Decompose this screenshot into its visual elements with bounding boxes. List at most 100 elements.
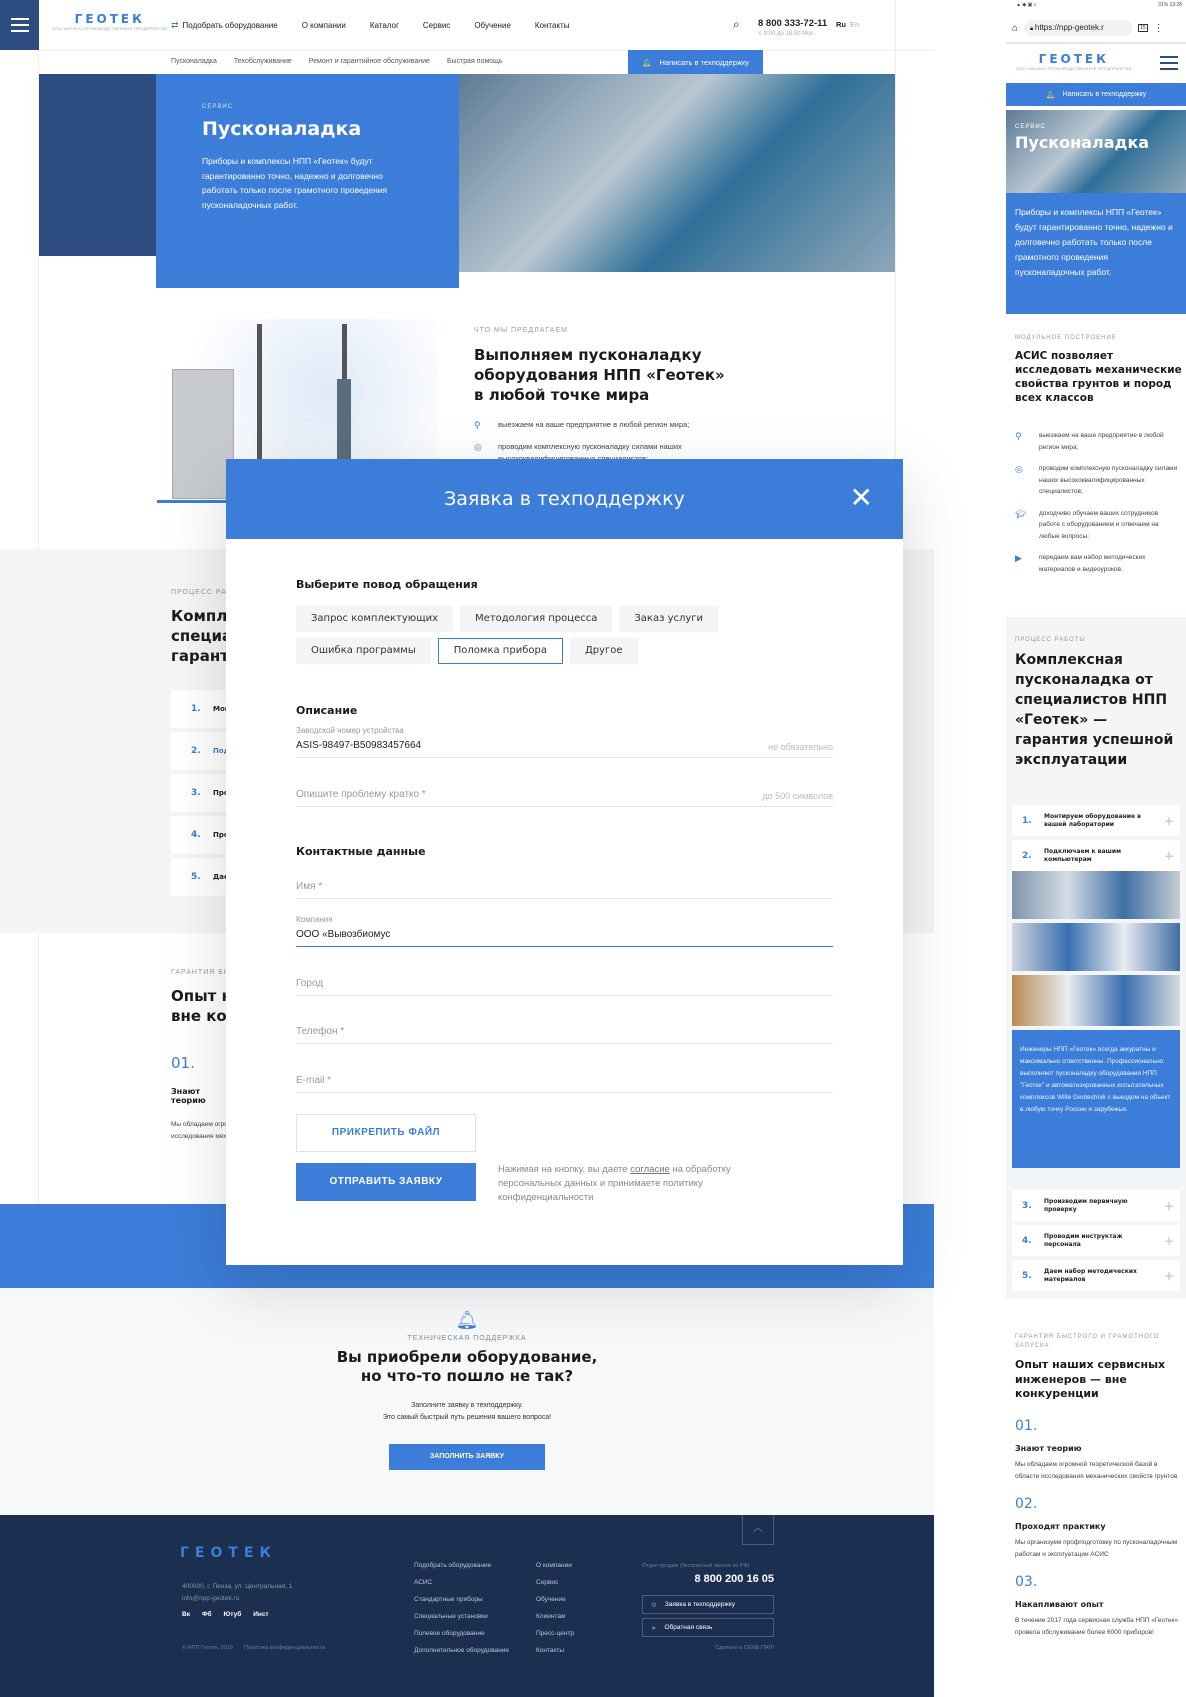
subnav-commissioning[interactable]: Пусконаладка <box>171 58 217 65</box>
offer-item-text: выезжаем на ваше предприятие в любой рег… <box>498 420 690 429</box>
mobile-logo[interactable]: ГЕОТЕК ООО НАУЧНО-ПРОИЗВОДСТВЕННОЕ ПРЕДПР… <box>1016 52 1132 71</box>
modular-item-text: проводим комплексную пусконаладку силами… <box>1039 465 1178 495</box>
nav-about[interactable]: О компании <box>302 21 346 30</box>
phone-placeholder: Телефон * <box>296 1026 345 1037</box>
subnav-quick-help[interactable]: Быстрая помощь <box>447 58 503 65</box>
reason-chip[interactable]: Методология процесса <box>460 606 613 632</box>
divider <box>39 50 934 51</box>
home-icon[interactable]: ⌂ <box>1012 23 1018 34</box>
url-bar[interactable]: 🔒︎ https://npp-geotek.r <box>1024 20 1133 36</box>
support-button[interactable]: 🔔︎ Написать в техподдержку <box>628 50 763 74</box>
modular-item: 🎓︎ доходчиво обучаем ваших сотрудников ра… <box>1015 508 1180 543</box>
nav-training[interactable]: Обучение <box>474 21 511 30</box>
mobile-process-step[interactable]: 3. Производим первичную проверку + <box>1012 1190 1180 1221</box>
scroll-top-button[interactable]: ︿ <box>742 1515 774 1545</box>
support-modal: Заявка в техподдержку ✕ Выберите повод о… <box>226 459 903 1265</box>
privacy-link[interactable]: Политика конфиденциальности <box>244 1645 325 1651</box>
step-text: Монтируем оборудование в вашей лаборатор… <box>1044 812 1141 828</box>
company-input[interactable]: ООО «Вывозбиомус <box>296 927 833 947</box>
made-by[interactable]: Сделано в СЕМЬ ПАП! <box>715 1645 774 1651</box>
subnav-repair[interactable]: Ремонт и гарантийное обслуживание <box>309 58 430 65</box>
serial-label: Заводской номер устройства <box>296 726 404 735</box>
footer-link[interactable]: Сервис <box>536 1579 574 1586</box>
modular-item: ◎ проводим комплексную пусконаладку силам… <box>1015 463 1180 498</box>
feedback-button[interactable]: ➤ Обратная связь <box>642 1618 774 1637</box>
tabs-button[interactable]: 15 <box>1138 24 1148 32</box>
consent-link[interactable]: согласие <box>630 1164 670 1175</box>
expand-plus-icon[interactable]: + <box>1164 1234 1174 1248</box>
search-icon[interactable]: ⌕ <box>733 17 740 32</box>
mobile-process-title: Комплексная пусконаладка от специалистов… <box>1015 652 1174 768</box>
name-input[interactable]: Имя * <box>296 879 833 899</box>
step-number: 5. <box>191 872 201 882</box>
email-input[interactable]: E-mail * <box>296 1073 833 1093</box>
subnav-maintenance[interactable]: Техобслуживание <box>234 58 292 65</box>
lang-ru[interactable]: Ru <box>836 20 846 29</box>
logo[interactable]: ГЕОТЕК ООО НАУЧНО-ПРОИЗВОДСТВЕННОЕ ПРЕДП… <box>52 12 168 31</box>
footer-link[interactable]: Дополнительное оборудование <box>414 1647 509 1654</box>
fill-request-button[interactable]: ЗАПОЛНИТЬ ЗАЯВКУ <box>389 1444 545 1470</box>
guarantee-number: 02. <box>1015 1496 1038 1512</box>
nav-contacts[interactable]: Контакты <box>535 21 570 30</box>
attach-file-button[interactable]: ПРИКРЕПИТЬ ФАЙЛ <box>296 1114 476 1152</box>
mobile-menu-button[interactable] <box>1160 56 1178 70</box>
reason-chip[interactable]: Поломка прибора <box>437 638 563 664</box>
mobile-process-step[interactable]: 4. Проводим инструктаж персонала + <box>1012 1225 1180 1256</box>
menu-button[interactable] <box>0 0 39 50</box>
serial-number-input[interactable]: ASIS-98497-B50983457664 не обязательно <box>296 738 833 758</box>
problem-input[interactable]: Опишите проблему кратко * до 500 символов <box>296 787 833 807</box>
mobile-process-step[interactable]: 5. Даем набор методических материалов + <box>1012 1260 1180 1291</box>
social-vk[interactable]: Вк <box>182 1611 190 1618</box>
footer-link[interactable]: Контакты <box>536 1647 574 1654</box>
reason-chip[interactable]: Заказ услуги <box>619 606 719 632</box>
footer-link[interactable]: Обучение <box>536 1596 574 1603</box>
more-menu-icon[interactable]: ⋮ <box>1154 23 1164 34</box>
reason-chip[interactable]: Запрос комплектующих <box>296 606 454 632</box>
expand-plus-icon[interactable]: + <box>1164 849 1174 863</box>
footer-phone[interactable]: 8 800 200 16 05 <box>694 1573 774 1585</box>
city-input[interactable]: Город <box>296 976 833 996</box>
mobile-process-step[interactable]: 1. Монтируем оборудование в вашей лаборат… <box>1012 805 1180 836</box>
close-icon[interactable]: ✕ <box>850 481 873 514</box>
step-number: 1. <box>1022 815 1032 826</box>
send-icon: ➤ <box>651 1624 657 1632</box>
expand-plus-icon[interactable]: + <box>1164 814 1174 828</box>
mobile-guarantee-label: ГАРАНТИЯ БЫСТРОГО И ГРАМОТНОГО ЗАПУСКА <box>1015 1334 1160 1349</box>
footer-link[interactable]: Специальные установки <box>414 1613 509 1620</box>
footer-link[interactable]: Пресс-центр <box>536 1630 574 1637</box>
reason-chip[interactable]: Другое <box>569 638 638 664</box>
expand-plus-icon[interactable]: + <box>1164 1269 1174 1283</box>
submit-button[interactable]: ОТПРАВИТЬ ЗАЯВКУ <box>296 1163 476 1201</box>
footer-link[interactable]: О компании <box>536 1562 574 1569</box>
mobile-support-button[interactable]: 🔔︎ Написать в техподдержку <box>1006 83 1186 106</box>
nav-service[interactable]: Сервис <box>423 21 450 30</box>
footer-link[interactable]: Клиентам <box>536 1613 574 1620</box>
graduation-cap-icon: 🎓︎ <box>1015 508 1027 519</box>
mobile-process-step[interactable]: 2. Подключаем к вашим компьютерам + <box>1012 840 1180 871</box>
social-youtube[interactable]: Ютуб <box>224 1611 242 1618</box>
phone-input[interactable]: Телефон * <box>296 1024 833 1044</box>
hero-dark-block <box>39 74 156 256</box>
email-placeholder: E-mail * <box>296 1075 332 1086</box>
social-fb[interactable]: Фб <box>202 1611 212 1618</box>
expand-plus-icon[interactable]: + <box>1164 1199 1174 1213</box>
footer-link[interactable]: Подобрать оборудование <box>414 1562 509 1569</box>
modular-label: МОДУЛЬНОЕ ПОСТРОЕНИЕ <box>1015 335 1117 341</box>
guarantee-number: 01. <box>1015 1418 1038 1434</box>
step-number: 5. <box>1022 1270 1032 1281</box>
footer-support-button[interactable]: ⚙ Заявка в техподдержку <box>642 1595 774 1614</box>
footer-link[interactable]: Стандартные приборы <box>414 1596 509 1603</box>
footer-email[interactable]: info@npp-geotek.ru <box>182 1595 239 1602</box>
lang-en[interactable]: En <box>850 20 859 29</box>
reason-chip[interactable]: Ошибка программы <box>296 638 431 664</box>
nav-pick-equipment[interactable]: Подобрать оборудование <box>183 21 278 30</box>
bell-icon: 🔔︎ <box>455 1310 479 1330</box>
footer-link[interactable]: Полевое оборудование <box>414 1630 509 1637</box>
hero-panel: СЕРВИС Пусконаладка Приборы и комплексы … <box>156 74 459 288</box>
consent-pre: Нажимая на кнопку, вы даете <box>498 1164 631 1175</box>
header-phone[interactable]: 8 800 333-72-11 <box>758 18 827 29</box>
nav-catalog[interactable]: Каталог <box>370 21 399 30</box>
social-instagram[interactable]: Инст <box>253 1611 268 1618</box>
target-icon: ◎ <box>1015 464 1023 474</box>
footer-link[interactable]: АСИС <box>414 1579 509 1586</box>
